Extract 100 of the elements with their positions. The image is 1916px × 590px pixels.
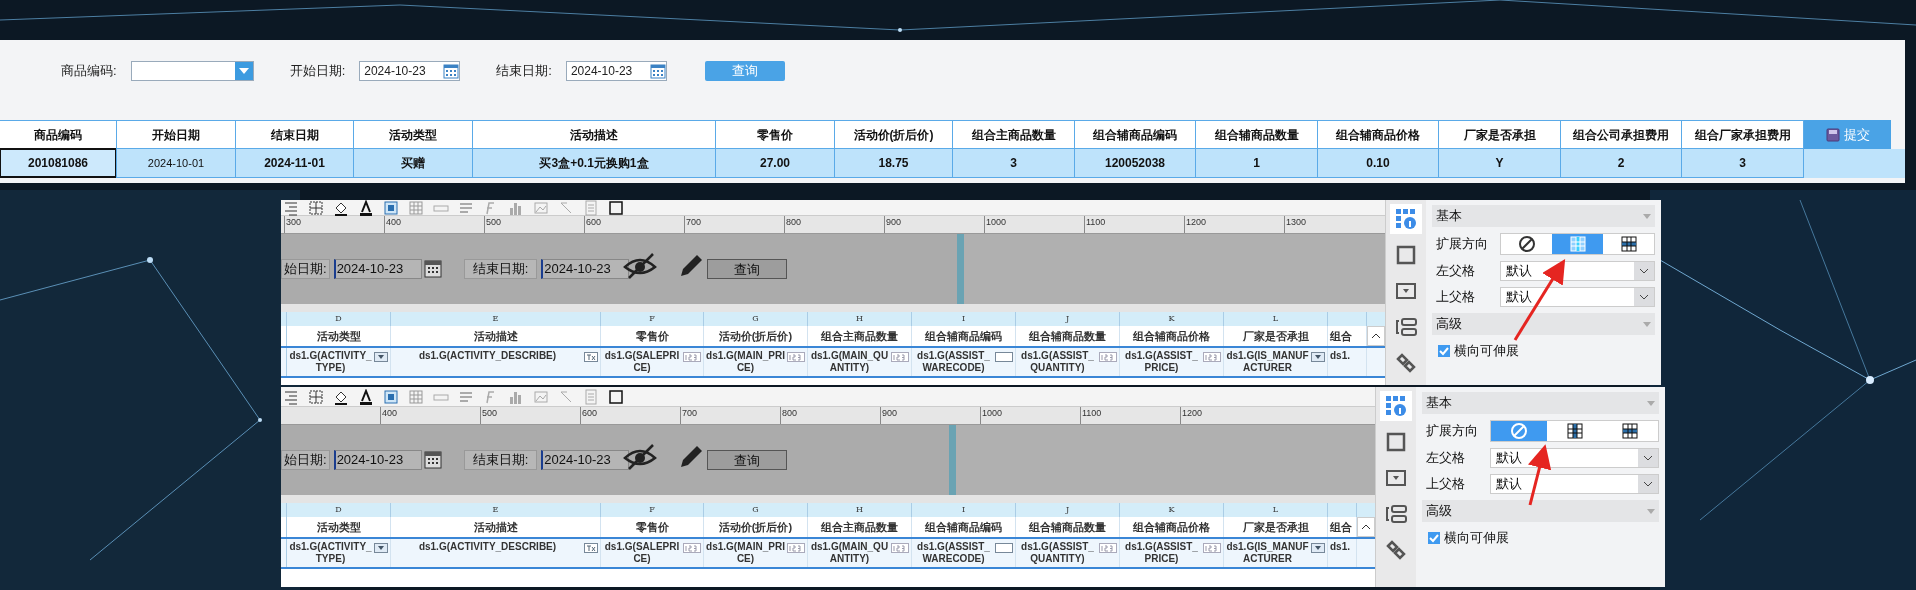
query-button[interactable]: 查询 xyxy=(707,259,788,279)
column-header: 组合辅商品价格 xyxy=(1133,519,1210,535)
slash-icon xyxy=(558,200,574,216)
font-color-icon xyxy=(358,388,374,405)
field-label: 左父格 xyxy=(1425,449,1466,468)
caret-icon xyxy=(1643,213,1651,219)
ruler-label: 1000 xyxy=(985,216,1007,229)
dropdown-field[interactable]: 默认 xyxy=(1490,448,1659,468)
dropdown-field[interactable] xyxy=(130,61,254,81)
frame-border-icon xyxy=(608,200,624,216)
dropdown-icon xyxy=(374,543,388,553)
column-header: 组合主商品数量 xyxy=(821,519,898,535)
section-header[interactable]: 高级 xyxy=(1432,313,1655,335)
ruler-label: 1000 xyxy=(981,407,1003,420)
section-header[interactable]: 基本 xyxy=(1422,392,1659,414)
ruler-label: 400 xyxy=(385,216,402,229)
column-header: 零售价 xyxy=(715,120,835,149)
ruler-label: 800 xyxy=(785,216,802,229)
border-icon xyxy=(308,200,324,216)
caret-icon xyxy=(1647,508,1655,514)
date-field[interactable]: 2024-10-23 xyxy=(541,450,630,470)
chevron-down-icon xyxy=(1643,455,1653,461)
column-header: 组合 xyxy=(1330,519,1352,535)
ruler-label: 500 xyxy=(485,216,502,229)
column-header: 活动描述 xyxy=(473,328,518,344)
table-cell: 2024-10-01 xyxy=(116,148,236,178)
cell-info-icon xyxy=(1384,394,1408,418)
query-button[interactable]: 查询 xyxy=(707,450,788,470)
column-header: 厂家是否承担 xyxy=(1242,519,1309,535)
column-header: 活动描述 xyxy=(472,120,716,149)
text-lines-icon xyxy=(458,200,474,216)
formula-cell-text: ds1. xyxy=(1330,349,1351,362)
formula-cell-text: ds1.G(MAIN_QUANTITY) xyxy=(809,540,889,565)
table-row[interactable]: 201081086 2024-10-01 2024-11-01 买赠 买3盒+0.1元换购1盒 27.00 18.75 3 120052038 1 0.10 Y 2 3 xyxy=(0,149,1905,178)
column-header: 组合公司承担费用 xyxy=(1560,120,1682,149)
scroll-up-button[interactable] xyxy=(1357,517,1375,537)
column-letter: I xyxy=(961,504,966,516)
grid-column-icon xyxy=(1568,235,1587,253)
ruler-label: 600 xyxy=(585,216,602,229)
ruler-label: 900 xyxy=(885,216,902,229)
scroll-up-button[interactable] xyxy=(1367,326,1385,346)
ruler-label: 1200 xyxy=(1185,216,1207,229)
date-field[interactable]: 2024-10-23 xyxy=(541,259,630,279)
chevron-down-icon xyxy=(1639,268,1649,274)
column-header: 零售价 xyxy=(635,328,669,344)
dropdown-field[interactable]: 默认 xyxy=(1500,261,1655,281)
column-header: 厂家是否承担 xyxy=(1242,328,1309,344)
number-type-icon xyxy=(683,352,701,362)
column-header: 结束日期 xyxy=(235,120,354,149)
section-header[interactable]: 基本 xyxy=(1432,205,1655,227)
slash-icon xyxy=(558,388,574,405)
section-header[interactable]: 高级 xyxy=(1422,500,1659,522)
dropdown-field[interactable]: 默认 xyxy=(1490,474,1659,494)
checkbox[interactable] xyxy=(1428,531,1440,544)
column-letter: E xyxy=(492,313,499,325)
column-letter: F xyxy=(649,504,655,516)
date-field[interactable]: 2024-10-23 xyxy=(333,450,422,470)
column-letter: F xyxy=(649,313,655,325)
bar-chart-icon xyxy=(508,200,524,216)
align-icon xyxy=(283,200,299,216)
column-header: 零售价 xyxy=(635,519,669,535)
dropdown-icon xyxy=(1311,543,1325,553)
square-icon xyxy=(1384,430,1408,454)
caret-icon xyxy=(1643,321,1651,327)
column-header: 组合辅商品数量 xyxy=(1029,519,1106,535)
formula-cell-text: ds1.G(ASSIST_QUANTITY) xyxy=(1020,540,1095,565)
date-field[interactable]: 2024-10-23 xyxy=(359,61,461,81)
segmented-control[interactable] xyxy=(1490,420,1659,442)
number-type-icon xyxy=(891,352,909,362)
date-field[interactable]: 2024-10-23 xyxy=(565,61,667,81)
column-letter: H xyxy=(856,313,863,325)
annotation-arrow xyxy=(1527,444,1552,506)
no-entry-icon xyxy=(1509,422,1528,440)
border-icon xyxy=(308,388,324,405)
ruler-label: 1100 xyxy=(1085,216,1106,229)
formula-cell-text: ds1.G(IS_MANUFACTURER xyxy=(1225,349,1309,374)
segmented-control[interactable] xyxy=(1500,233,1655,255)
field-label: 扩展方向 xyxy=(1435,235,1489,254)
column-header: 组合主商品数量 xyxy=(821,328,898,344)
ruler-label: 1200 xyxy=(1181,407,1203,420)
page-boundary-bar xyxy=(957,234,964,304)
formula-cell-text: ds1.G(ASSIST_PRICE) xyxy=(1124,540,1199,565)
field-label: 始日期: xyxy=(281,450,330,470)
column-header: 组合 xyxy=(1330,328,1352,344)
column-letter: H xyxy=(856,504,863,516)
checkbox[interactable] xyxy=(1438,344,1450,357)
column-header: 活动价(折后价) xyxy=(834,120,953,149)
column-header: 商品编码 xyxy=(0,120,117,149)
date-field[interactable]: 2024-10-23 xyxy=(333,259,422,279)
column-letter: K xyxy=(1168,504,1175,516)
link-icon xyxy=(1394,351,1418,375)
formula-cell-text: ds1.G(IS_MANUFACTURER xyxy=(1225,540,1309,565)
column-header: 活动价(折后价) xyxy=(718,328,793,344)
image-icon xyxy=(533,388,549,405)
field-label: 结束日期: xyxy=(496,62,552,81)
check-icon xyxy=(1429,532,1439,543)
dropdown-field[interactable]: 默认 xyxy=(1500,287,1655,307)
ruler-label: 800 xyxy=(781,407,798,420)
column-header: 活动价(折后价) xyxy=(718,519,793,535)
calendar-icon xyxy=(649,63,666,79)
